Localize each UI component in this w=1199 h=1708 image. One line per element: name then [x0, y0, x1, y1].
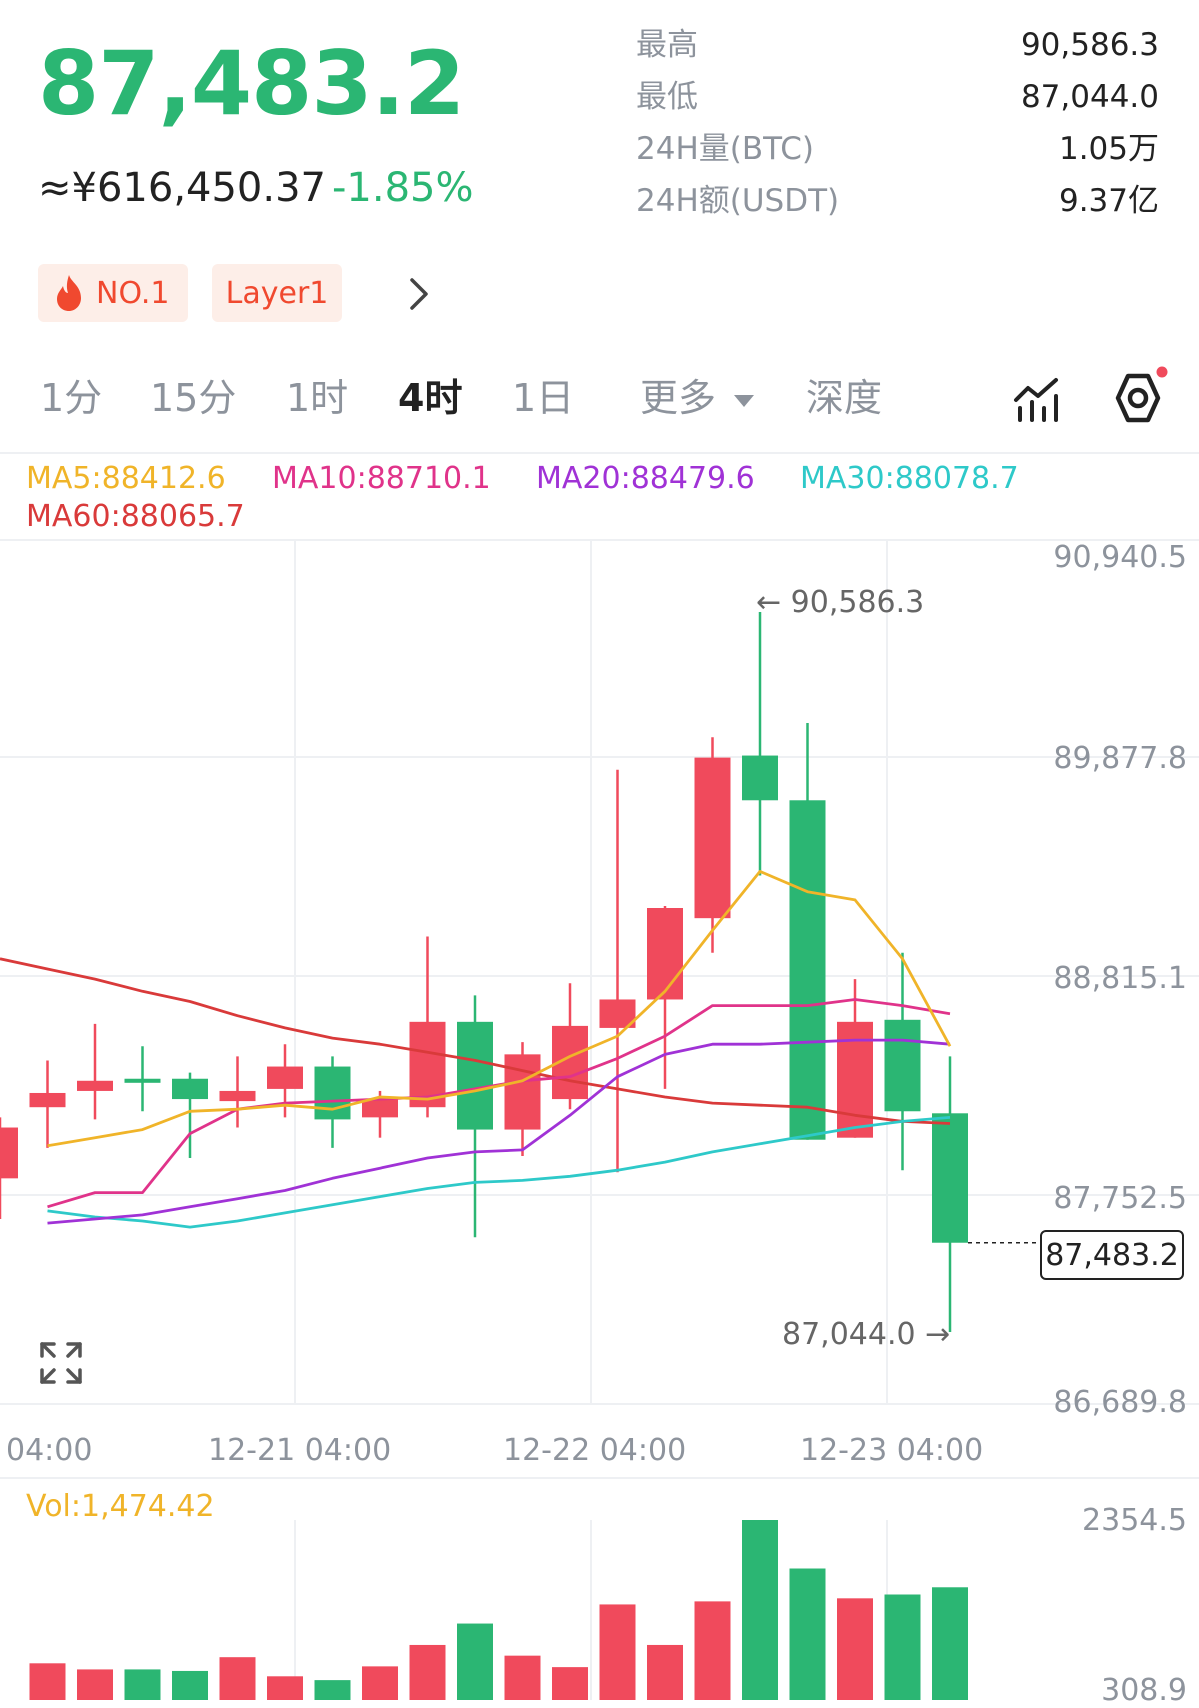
candle-body: [742, 755, 778, 801]
candle-body: [884, 1019, 921, 1112]
time-axis-label: 04:00: [6, 1433, 93, 1468]
volume-bar: [552, 1667, 588, 1700]
time-axis-label: 12-22 04:00: [503, 1433, 687, 1468]
price-axis-label: 89,877.8: [1053, 741, 1187, 776]
candle-body: [647, 908, 683, 1000]
candle-body: [362, 1099, 398, 1118]
candle-body: [172, 1078, 208, 1100]
candle-body: [219, 1090, 256, 1102]
volume-bar: [647, 1644, 683, 1700]
fullscreen-icon[interactable]: [38, 1340, 84, 1386]
price-axis-label: 88,815.1: [1053, 961, 1187, 996]
high-price-marker: ← 90,586.3: [756, 585, 925, 620]
volume-bar: [172, 1670, 208, 1700]
candle-body: [932, 1113, 968, 1243]
volume-axis-label: 308.9: [1101, 1673, 1187, 1708]
candle-body: [789, 800, 826, 1140]
ma30-line: [47, 1116, 951, 1229]
volume-bar: [884, 1594, 921, 1700]
candle-body: [0, 1127, 18, 1179]
volume-bar: [457, 1623, 493, 1700]
candle-body: [457, 1021, 493, 1130]
price-axis-label: 90,940.5: [1053, 540, 1187, 575]
candle-body: [267, 1066, 303, 1089]
low-price-marker: 87,044.0 →: [782, 1317, 951, 1352]
current-price-label: 87,483.2: [1040, 1230, 1184, 1280]
volume-bar: [362, 1666, 398, 1700]
volume-bar: [789, 1568, 826, 1700]
candle-body: [504, 1054, 541, 1130]
volume-bar: [77, 1669, 113, 1700]
volume-axis-label: 2354.5: [1082, 1503, 1187, 1538]
candle-body: [694, 757, 731, 919]
volume-bar: [694, 1601, 731, 1700]
candle-body: [124, 1078, 161, 1083]
volume-bar: [504, 1655, 541, 1700]
volume-bar: [599, 1604, 636, 1700]
price-axis-label: 86,689.8: [1053, 1385, 1187, 1420]
volume-bar: [219, 1657, 256, 1700]
volume-bar: [837, 1598, 873, 1700]
candle-body: [77, 1080, 113, 1091]
candle-body: [29, 1092, 66, 1108]
volume-bar: [932, 1587, 968, 1700]
volume-bar: [409, 1644, 446, 1700]
volume-bar: [29, 1663, 66, 1700]
candle-body: [314, 1066, 351, 1120]
price-axis-label: 87,752.5: [1053, 1181, 1187, 1216]
volume-bar: [124, 1669, 161, 1700]
time-axis-label: 12-23 04:00: [800, 1433, 984, 1468]
volume-bar: [742, 1520, 778, 1700]
time-axis-label: 12-21 04:00: [208, 1433, 392, 1468]
volume-label: Vol:1,474.42: [26, 1489, 215, 1524]
volume-bar: [267, 1676, 303, 1700]
volume-bar: [314, 1680, 351, 1700]
